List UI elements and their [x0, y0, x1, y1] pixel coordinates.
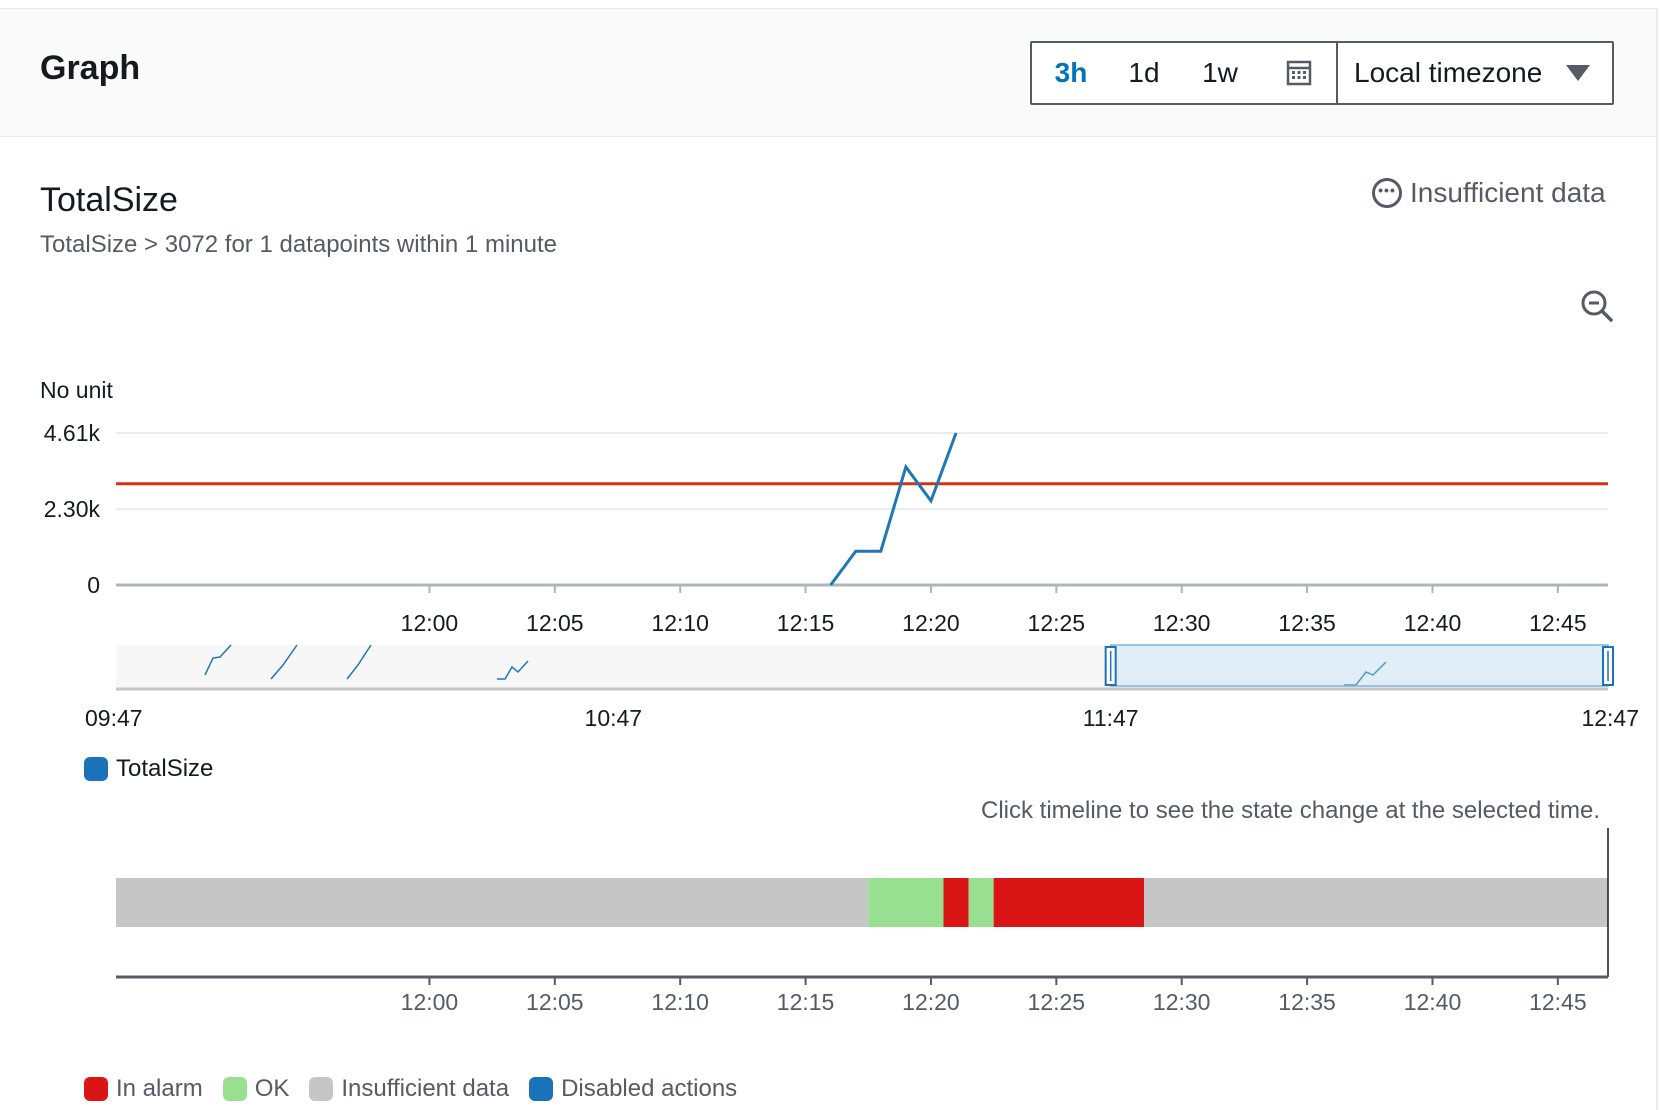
navigator-selection [1109, 644, 1609, 687]
alarm-state-timeline: 12:00 12:05 12:10 12:15 12:20 12:25 12:30 12:35… [116, 828, 1609, 1015]
timeline-segment[interactable] [968, 878, 994, 927]
timeline-segment[interactable] [943, 878, 969, 927]
overview-navigator: 09:47 10:47 11:47 12:47 [85, 644, 1639, 731]
timeline-segment[interactable] [868, 878, 944, 927]
timeline-segment[interactable] [993, 878, 1145, 927]
x-tick-label: 12:10 [651, 610, 709, 636]
x-tick-label: 12:20 [902, 610, 960, 636]
x-tick-label: 12:25 [1028, 610, 1086, 636]
page: Graph 3h 1d 1w Local timezone TotalSize … [0, 0, 1664, 1110]
timeline-tick-label: 12:40 [1404, 989, 1462, 1015]
x-tick-label: 12:15 [777, 610, 835, 636]
y-tick-label: 2.30k [44, 496, 101, 522]
timeline-tick-label: 12:30 [1153, 989, 1211, 1015]
timeline-tick-label: 12:25 [1028, 989, 1086, 1015]
y-tick-label: 4.61k [44, 420, 101, 446]
timeline-tick-label: 12:10 [651, 989, 709, 1015]
navigator-tick-label: 12:47 [1581, 705, 1639, 731]
x-tick-label: 12:05 [526, 610, 584, 636]
x-tick-label: 12:45 [1529, 610, 1587, 636]
x-tick-label: 12:30 [1153, 610, 1211, 636]
timeline-tick-label: 12:20 [902, 989, 960, 1015]
x-tick-label: 12:00 [401, 610, 459, 636]
timeline-segment[interactable] [116, 878, 869, 927]
timeline-tick-label: 12:15 [777, 989, 835, 1015]
timeline-tick-label: 12:05 [526, 989, 584, 1015]
y-tick-label: 0 [87, 572, 100, 598]
timeline-tick-label: 12:45 [1529, 989, 1587, 1015]
charts-canvas: 4.61k 2.30k 0 12:00 12:05 12:10 12:15 12:20 12:2… [44, 420, 1639, 1015]
x-tick-label: 12:40 [1404, 610, 1462, 636]
timeline-tick-label: 12:00 [401, 989, 459, 1015]
navigator-tick-label: 09:47 [85, 705, 143, 731]
navigator-tick-label: 10:47 [585, 705, 643, 731]
x-tick-label: 12:35 [1278, 610, 1336, 636]
main-line-chart: 4.61k 2.30k 0 12:00 12:05 12:10 12:15 12:20 12:2… [44, 420, 1608, 636]
timeline-segment[interactable] [1144, 878, 1608, 927]
timeline-tick-label: 12:35 [1278, 989, 1336, 1015]
navigator-tick-label: 11:47 [1083, 705, 1139, 731]
